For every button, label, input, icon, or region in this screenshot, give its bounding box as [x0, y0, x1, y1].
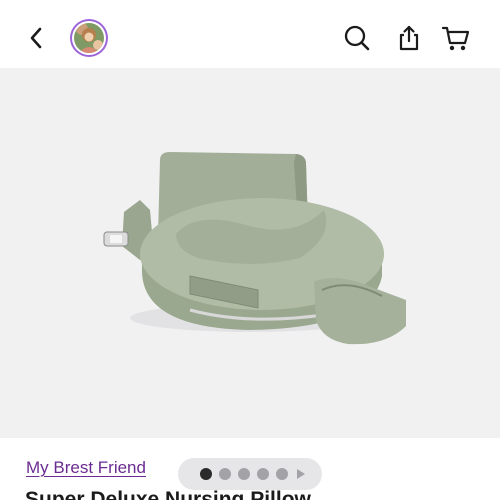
carousel-dot-2[interactable] [218, 468, 231, 480]
search-button[interactable] [339, 20, 375, 56]
product-image [103, 152, 406, 345]
product-image-gallery[interactable] [0, 68, 500, 490]
back-button[interactable] [20, 20, 52, 56]
carousel-next-icon[interactable] [296, 469, 305, 479]
brand-link[interactable]: My Brest Friend [26, 458, 146, 478]
cart-icon [441, 26, 470, 51]
share-button[interactable] [391, 20, 427, 56]
image-carousel-indicator [178, 458, 322, 490]
cart-button[interactable] [438, 20, 474, 56]
top-nav-bar [0, 0, 500, 68]
store-avatar[interactable] [70, 19, 108, 57]
chevron-left-icon [30, 27, 42, 49]
avatar-image [74, 23, 104, 53]
product-title: Super Deluxe Nursing Pillow [25, 488, 311, 500]
carousel-dot-1[interactable] [199, 468, 212, 480]
carousel-dot-5[interactable] [275, 468, 288, 480]
carousel-dot-3[interactable] [237, 468, 250, 480]
search-icon [344, 25, 370, 51]
carousel-dot-4[interactable] [256, 468, 269, 480]
share-icon [399, 25, 419, 51]
